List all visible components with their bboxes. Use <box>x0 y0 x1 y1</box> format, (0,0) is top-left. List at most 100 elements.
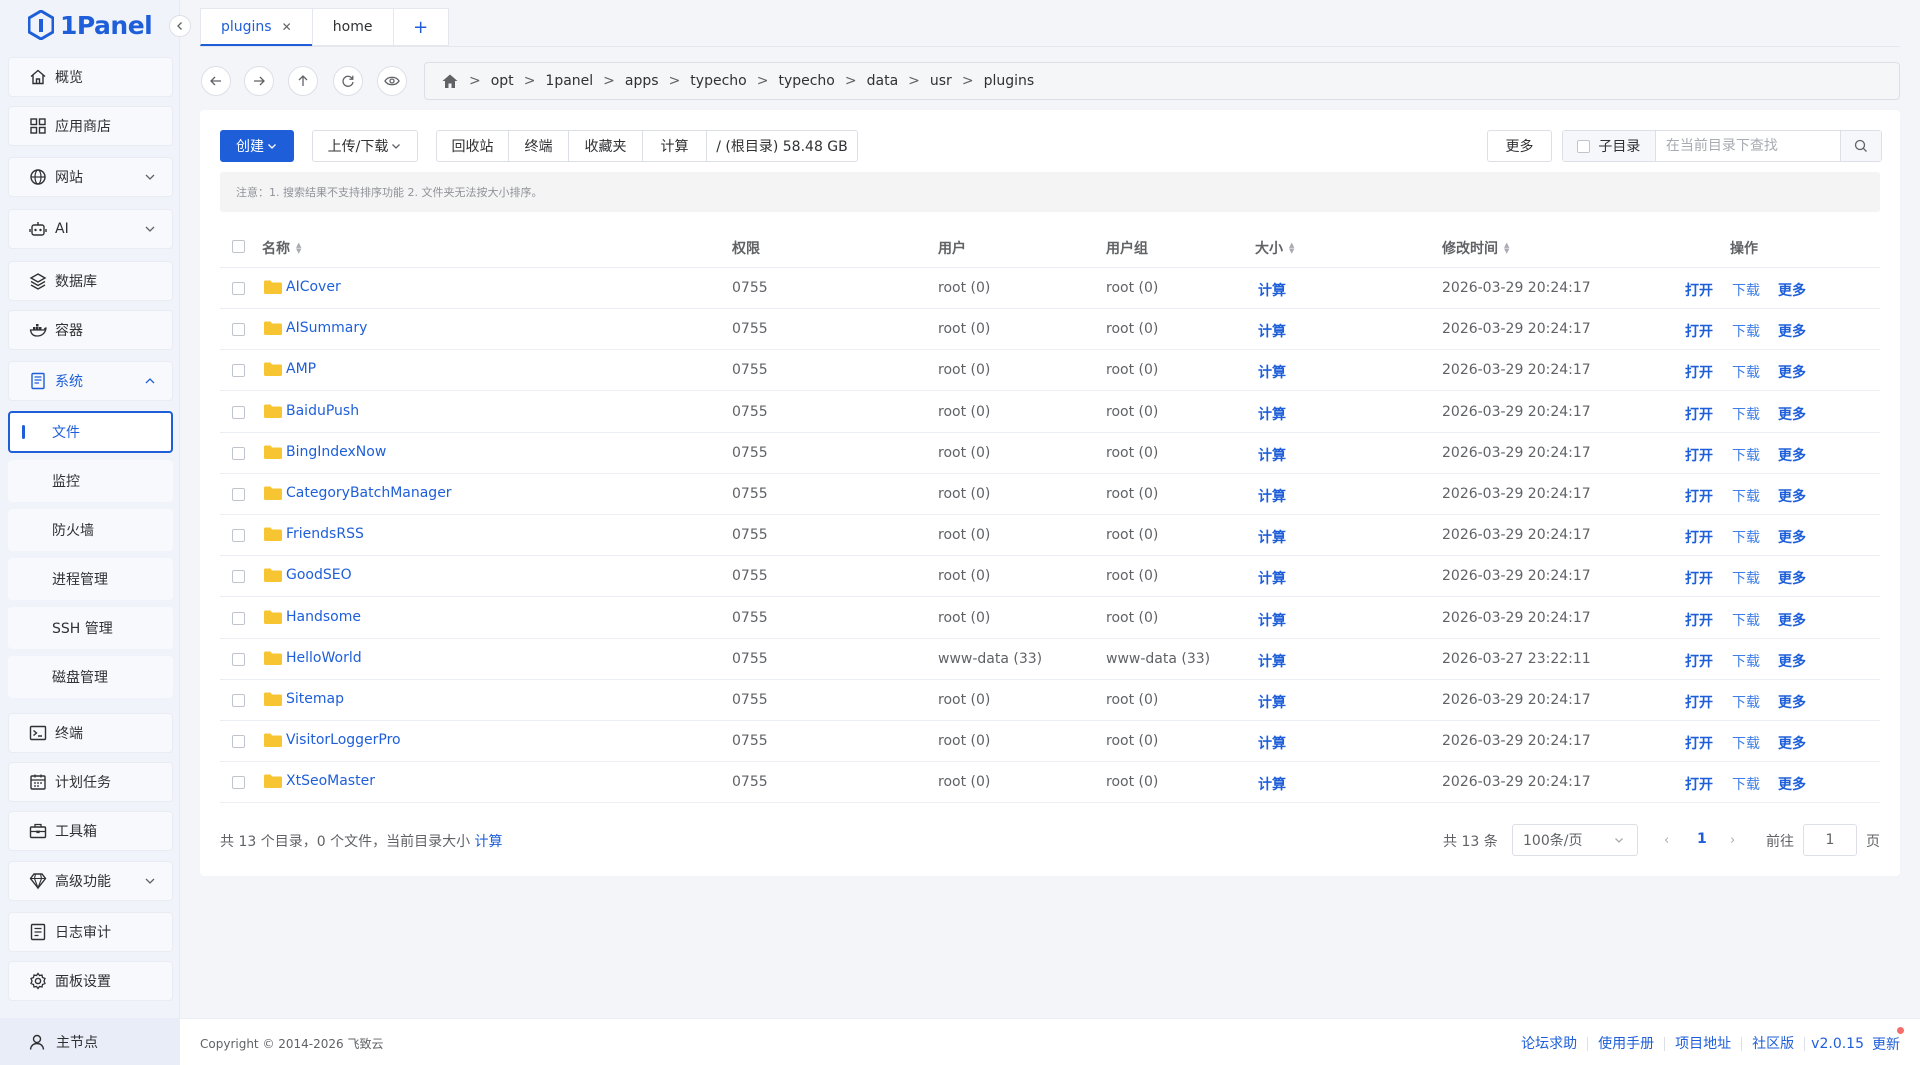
sidebar-item-log-audit[interactable]: 日志审计 <box>8 912 173 952</box>
row-checkbox[interactable] <box>232 364 245 378</box>
download-link[interactable]: 下载 <box>1732 692 1760 712</box>
permission[interactable]: 0755 <box>732 321 768 337</box>
permission[interactable]: 0755 <box>732 362 768 378</box>
row-more-link[interactable]: 更多 <box>1778 527 1806 547</box>
calculate-button[interactable]: 计算 <box>643 131 707 161</box>
file-name[interactable]: FriendsRSS <box>264 526 364 542</box>
search-input[interactable] <box>1655 131 1840 161</box>
calculate-size-link[interactable]: 计算 <box>475 834 503 850</box>
table-row[interactable]: Sitemap 0755 root (0) root (0) 计算 2026-03-29 … <box>220 680 1880 721</box>
update-link[interactable]: 更新 <box>1872 1027 1904 1054</box>
download-link[interactable]: 下载 <box>1732 651 1760 671</box>
row-more-link[interactable]: 更多 <box>1778 404 1806 424</box>
user[interactable]: www-data (33) <box>938 651 1042 667</box>
sidebar-item-terminal[interactable]: 终端 <box>8 713 173 753</box>
goto-page-input[interactable]: 1 <box>1803 824 1857 856</box>
close-icon[interactable]: ✕ <box>282 20 292 34</box>
group[interactable]: root (0) <box>1106 610 1158 626</box>
row-checkbox[interactable] <box>232 776 245 790</box>
sidebar-subitem-process[interactable]: 进程管理 <box>8 558 173 600</box>
open-link[interactable]: 打开 <box>1685 733 1713 753</box>
user[interactable]: root (0) <box>938 568 990 584</box>
file-name[interactable]: AISummary <box>264 320 367 336</box>
row-more-link[interactable]: 更多 <box>1778 774 1806 794</box>
row-checkbox[interactable] <box>232 529 245 543</box>
group[interactable]: root (0) <box>1106 486 1158 502</box>
calculate-size-link[interactable]: 计算 <box>1258 568 1286 588</box>
table-row[interactable]: GoodSEO 0755 root (0) root (0) 计算 2026-03-29 … <box>220 556 1880 598</box>
group[interactable]: root (0) <box>1106 568 1158 584</box>
file-name[interactable]: VisitorLoggerPro <box>264 732 401 748</box>
download-link[interactable]: 下载 <box>1732 280 1760 300</box>
recycle-bin-button[interactable]: 回收站 <box>437 131 509 161</box>
user[interactable]: root (0) <box>938 362 990 378</box>
next-page-button[interactable]: › <box>1730 833 1735 848</box>
open-link[interactable]: 打开 <box>1685 774 1713 794</box>
more-button[interactable]: 更多 <box>1487 130 1552 162</box>
user[interactable]: root (0) <box>938 692 990 708</box>
calculate-size-link[interactable]: 计算 <box>1258 610 1286 630</box>
row-more-link[interactable]: 更多 <box>1778 486 1806 506</box>
group[interactable]: root (0) <box>1106 733 1158 749</box>
sidebar-subitem-monitor[interactable]: 监控 <box>8 460 173 502</box>
sort-icon[interactable]: ▲ ▼ <box>296 242 301 255</box>
prev-page-button[interactable]: ‹ <box>1664 833 1669 848</box>
toggle-hidden-button[interactable] <box>377 66 407 96</box>
subdirectory-checkbox[interactable] <box>1577 139 1591 153</box>
open-link[interactable]: 打开 <box>1685 692 1713 712</box>
download-link[interactable]: 下载 <box>1732 610 1760 630</box>
file-name[interactable]: BingIndexNow <box>264 444 386 460</box>
file-name[interactable]: GoodSEO <box>264 567 352 583</box>
sidebar-item-panel-settings[interactable]: 面板设置 <box>8 961 173 1001</box>
row-checkbox[interactable] <box>232 488 245 501</box>
file-name[interactable]: AICover <box>264 279 341 295</box>
row-checkbox[interactable] <box>232 446 245 460</box>
favorites-button[interactable]: 收藏夹 <box>569 131 643 161</box>
permission[interactable]: 0755 <box>732 280 768 296</box>
column-modified[interactable]: 修改时间 ▲ ▼ <box>1442 238 1509 258</box>
row-checkbox[interactable] <box>232 694 245 707</box>
row-more-link[interactable]: 更多 <box>1778 280 1806 300</box>
refresh-button[interactable] <box>333 66 363 96</box>
sidebar-item-ai[interactable]: AI <box>8 209 173 249</box>
breadcrumb-segment[interactable]: typecho <box>690 73 746 89</box>
table-row[interactable]: BaiduPush 0755 root (0) root (0) 计算 2026-03-2… <box>220 392 1880 433</box>
group[interactable]: root (0) <box>1106 321 1158 337</box>
open-link[interactable]: 打开 <box>1685 362 1713 382</box>
permission[interactable]: 0755 <box>732 651 768 667</box>
calculate-size-link[interactable]: 计算 <box>1258 280 1286 300</box>
sidebar-item-database[interactable]: 数据库 <box>8 261 173 301</box>
calculate-size-link[interactable]: 计算 <box>1258 692 1286 712</box>
logo[interactable]: 1Panel <box>28 8 153 42</box>
group[interactable]: www-data (33) <box>1106 651 1210 667</box>
forum-link[interactable]: 论坛求助 <box>1511 1037 1589 1051</box>
row-more-link[interactable]: 更多 <box>1778 610 1806 630</box>
table-row[interactable]: AICover 0755 root (0) root (0) 计算 2026-03-29 … <box>220 268 1880 309</box>
manual-link[interactable]: 使用手册 <box>1588 1037 1666 1051</box>
permission[interactable]: 0755 <box>732 774 768 790</box>
calculate-size-link[interactable]: 计算 <box>1258 774 1286 794</box>
create-button[interactable]: 创建 <box>220 130 294 162</box>
row-more-link[interactable]: 更多 <box>1778 362 1806 382</box>
sidebar-subitem-disk[interactable]: 磁盘管理 <box>8 656 173 698</box>
breadcrumb-segment[interactable]: typecho <box>778 73 834 89</box>
row-more-link[interactable]: 更多 <box>1778 733 1806 753</box>
permission[interactable]: 0755 <box>732 610 768 626</box>
sidebar-item-cronjob[interactable]: 计划任务 <box>8 762 173 802</box>
calculate-size-link[interactable]: 计算 <box>1258 362 1286 382</box>
sidebar-subitem-firewall[interactable]: 防火墙 <box>8 509 173 551</box>
row-more-link[interactable]: 更多 <box>1778 321 1806 341</box>
tab-plugins[interactable]: plugins ✕ <box>200 8 313 46</box>
project-link[interactable]: 项目地址 <box>1665 1037 1743 1051</box>
file-name[interactable]: XtSeoMaster <box>264 773 375 789</box>
user[interactable]: root (0) <box>938 610 990 626</box>
row-checkbox[interactable] <box>232 611 245 625</box>
back-button[interactable] <box>201 66 231 96</box>
row-more-link[interactable]: 更多 <box>1778 445 1806 465</box>
calculate-size-link[interactable]: 计算 <box>1258 733 1286 753</box>
sidebar-item-container[interactable]: 容器 <box>8 310 173 350</box>
sidebar-item-website[interactable]: 网站 <box>8 157 173 197</box>
download-link[interactable]: 下载 <box>1732 527 1760 547</box>
sidebar-item-toolbox[interactable]: 工具箱 <box>8 811 173 851</box>
download-link[interactable]: 下载 <box>1732 733 1760 753</box>
